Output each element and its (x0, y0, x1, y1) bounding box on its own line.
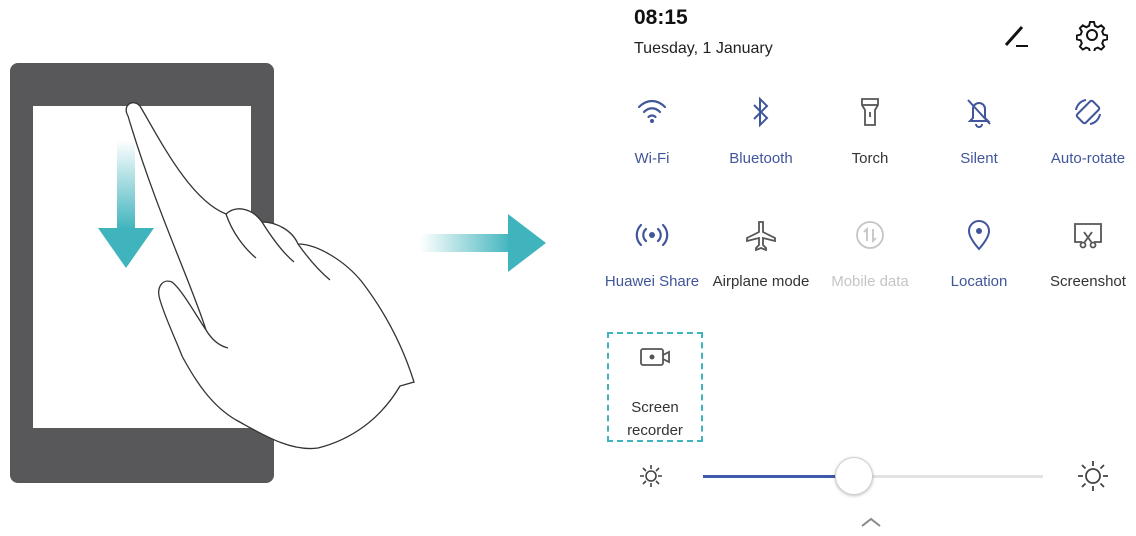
tile-label: Silent (960, 150, 998, 167)
tile-label: Mobile data (831, 273, 909, 290)
brightness-low-icon (638, 463, 664, 489)
location-pin-icon (924, 215, 1034, 255)
screen-recorder-label: Screen recorder (627, 399, 683, 439)
airplane-icon (706, 215, 816, 255)
auto-rotate-icon (1033, 92, 1136, 132)
tile-label: Location (950, 273, 1008, 290)
status-time: 08:15 (634, 6, 688, 29)
brightness-slider-knob[interactable] (834, 457, 873, 495)
settings-gear-icon[interactable] (1074, 17, 1110, 53)
brightness-slider[interactable] (703, 457, 1043, 495)
swipe-down-illustration (0, 0, 560, 531)
tile-huawei-share[interactable]: Huawei Share (597, 215, 707, 315)
tile-wifi[interactable]: Wi-Fi (597, 92, 707, 192)
screen-recorder-icon (609, 342, 701, 372)
mobile-data-icon (815, 215, 925, 255)
tile-location[interactable]: Location (924, 215, 1034, 315)
tile-auto-rotate[interactable]: Auto-rotate (1033, 92, 1136, 192)
tile-screen-recorder[interactable]: Screen recorder (607, 332, 703, 442)
tile-label: Bluetooth (729, 150, 793, 167)
edit-icon[interactable] (998, 17, 1034, 53)
chevron-up-icon[interactable] (859, 515, 883, 529)
tile-mobile-data: Mobile data (815, 215, 925, 315)
tile-screenshot[interactable]: Screenshot (1033, 215, 1136, 315)
tile-torch[interactable]: Torch (815, 92, 925, 192)
right-arrow (420, 214, 546, 272)
brightness-slider-fill (703, 475, 853, 478)
bluetooth-icon (706, 92, 816, 132)
tile-bluetooth[interactable]: Bluetooth (706, 92, 816, 192)
huawei-share-icon (597, 215, 707, 255)
tile-label: Screenshot (1050, 273, 1126, 290)
tile-label: Wi-Fi (634, 150, 670, 167)
tile-label: Torch (851, 150, 889, 167)
screenshot-icon (1033, 215, 1136, 255)
bell-muted-icon (924, 92, 1034, 132)
brightness-high-icon (1077, 460, 1109, 492)
tile-silent[interactable]: Silent (924, 92, 1034, 192)
wifi-icon (597, 92, 707, 132)
status-date: Tuesday, 1 January (634, 40, 773, 57)
quick-settings-panel: 08:15 Tuesday, 1 January Wi-Fi Bluetooth (600, 0, 1136, 531)
tile-label: Huawei Share (604, 273, 700, 290)
tile-airplane-mode[interactable]: Airplane mode (706, 215, 816, 315)
tile-label: Airplane mode (712, 273, 810, 290)
tile-label: Auto-rotate (1050, 150, 1126, 167)
torch-icon (815, 92, 925, 132)
